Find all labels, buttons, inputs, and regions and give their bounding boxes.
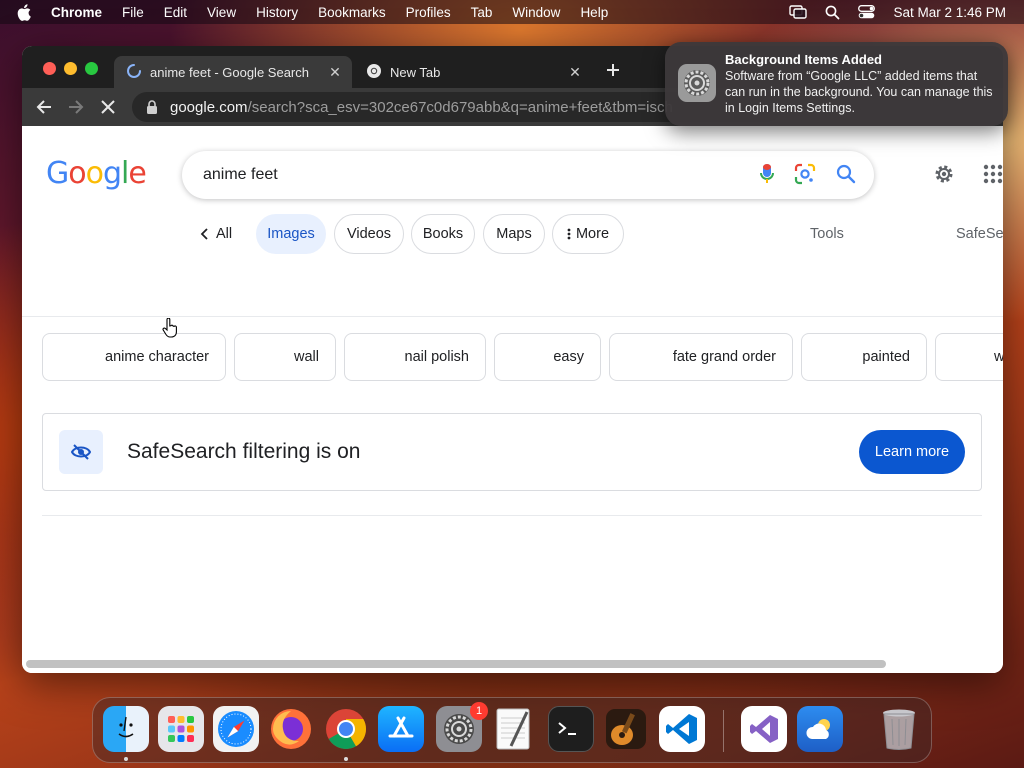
finder-running-dot [124,757,128,761]
refine-chip-partial[interactable]: w [935,333,1003,381]
tab-new-tab[interactable]: New Tab ✕ [354,56,592,88]
filter-videos[interactable]: Videos [334,214,404,254]
dock: 1 [92,697,932,763]
refine-chip-painted[interactable]: painted [801,333,927,381]
search-input[interactable]: anime feet [203,166,278,184]
vscode-icon[interactable] [659,706,705,752]
safesearch-button[interactable]: SafeSe [956,226,1003,242]
google-lens-icon[interactable] [794,163,816,190]
refine-chip-easy[interactable]: easy [494,333,601,381]
control-center-icon[interactable] [858,5,876,19]
zoom-window-button[interactable] [85,62,98,75]
close-tab-icon[interactable]: ✕ [564,64,586,81]
menubar-clock[interactable]: Sat Mar 2 1:46 PM [893,5,1006,20]
menu-bar: Chrome File Edit View History Bookmarks … [0,0,1024,24]
chrome-running-dot [344,757,348,761]
voice-search-mic-icon[interactable] [760,163,774,190]
filter-more-label: More [575,226,610,242]
filter-all-label: All [215,226,233,242]
textedit-icon[interactable] [491,706,537,752]
filter-more[interactable]: More [552,214,624,254]
tab-title: New Tab [390,64,441,80]
hand-pointer-cursor-icon [162,317,178,343]
trash-icon[interactable] [876,706,922,752]
chrome-favicon-icon [366,63,382,82]
garageband-icon[interactable] [603,706,649,752]
settings-gear-icon[interactable] [933,163,955,190]
safari-icon[interactable] [213,706,259,752]
new-tab-plus-icon[interactable] [606,60,620,82]
visual-studio-icon[interactable] [741,706,787,752]
refine-chip-wall[interactable]: wall [234,333,336,381]
refine-chip-nail-polish[interactable]: nail polish [344,333,486,381]
close-tab-icon[interactable]: ✕ [324,64,346,81]
stop-loading-icon[interactable] [97,96,119,118]
google-apps-grid-icon[interactable] [983,164,1003,189]
menu-history[interactable]: History [256,5,298,20]
menu-edit[interactable]: Edit [164,5,187,20]
firefox-icon[interactable] [268,706,314,752]
menu-view[interactable]: View [207,5,236,20]
chevron-left-icon [200,228,208,240]
filter-images[interactable]: Images [256,214,326,254]
forward-arrow-icon[interactable] [65,96,87,118]
search-magnifier-icon[interactable] [836,164,856,189]
search-filter-bar: All Images Videos Books Maps More Tools … [22,214,1003,254]
system-settings-icon [678,64,716,102]
menu-tab[interactable]: Tab [471,5,493,20]
terminal-icon[interactable] [548,706,594,752]
search-box[interactable]: anime feet [182,151,874,199]
notification-body: Software from “Google LLC” added items t… [725,69,993,115]
menu-window[interactable]: Window [512,5,560,20]
url-host: google.com [170,98,248,116]
filter-books[interactable]: Books [411,214,475,254]
finder-icon[interactable] [103,706,149,752]
menu-file[interactable]: File [122,5,144,20]
menu-help[interactable]: Help [580,5,608,20]
related-searches-row: anime character wall nail polish easy fa… [42,333,1003,381]
app-store-icon[interactable] [378,706,424,752]
browser-window: anime feet - Google Search ✕ New Tab ✕ g… [22,46,1003,673]
refine-chip-anime-character[interactable]: anime character [42,333,226,381]
menu-profiles[interactable]: Profiles [406,5,451,20]
tab-google-search[interactable]: anime feet - Google Search ✕ [114,56,352,88]
refine-chip-fate-grand-order[interactable]: fate grand order [609,333,793,381]
tools-button[interactable]: Tools [810,226,844,242]
content-divider [42,515,982,516]
chrome-icon[interactable] [323,706,369,752]
google-logo[interactable]: Google [46,156,147,191]
launchpad-icon[interactable] [158,706,204,752]
site-info-icon[interactable] [146,99,158,115]
google-results-page: Google anime feet All Images Videos Book… [22,126,1003,673]
more-vert-icon [567,228,571,240]
close-window-button[interactable] [43,62,56,75]
loading-spinner-icon [126,63,142,82]
notification-badge: 1 [470,702,488,720]
url-path: /search?sca_esv=302ce67c0d679abb&q=anime… [247,98,673,116]
system-settings-dock-icon[interactable]: 1 [436,702,488,752]
background-items-notification[interactable]: Background Items Added Software from “Go… [665,42,1008,126]
header-divider [22,316,1003,317]
spotlight-search-icon[interactable] [825,5,840,20]
dock-separator [723,710,724,752]
filter-all[interactable]: All [190,214,242,254]
menu-app-name[interactable]: Chrome [51,5,102,20]
eye-off-icon [59,430,103,474]
back-arrow-icon[interactable] [33,96,55,118]
minimize-window-button[interactable] [64,62,77,75]
notification-title: Background Items Added [725,52,882,67]
learn-more-button[interactable]: Learn more [859,430,965,474]
screen-mirroring-icon[interactable] [789,5,808,19]
apple-menu-icon[interactable] [17,3,35,21]
safesearch-notice: SafeSearch filtering is on Learn more [42,413,982,491]
tab-title: anime feet - Google Search [150,64,309,80]
menu-bookmarks[interactable]: Bookmarks [318,5,386,20]
weather-icon[interactable] [797,706,843,752]
filter-maps[interactable]: Maps [483,214,545,254]
horizontal-scrollbar[interactable] [26,660,886,668]
safesearch-title: SafeSearch filtering is on [127,440,361,463]
window-controls [43,62,98,75]
